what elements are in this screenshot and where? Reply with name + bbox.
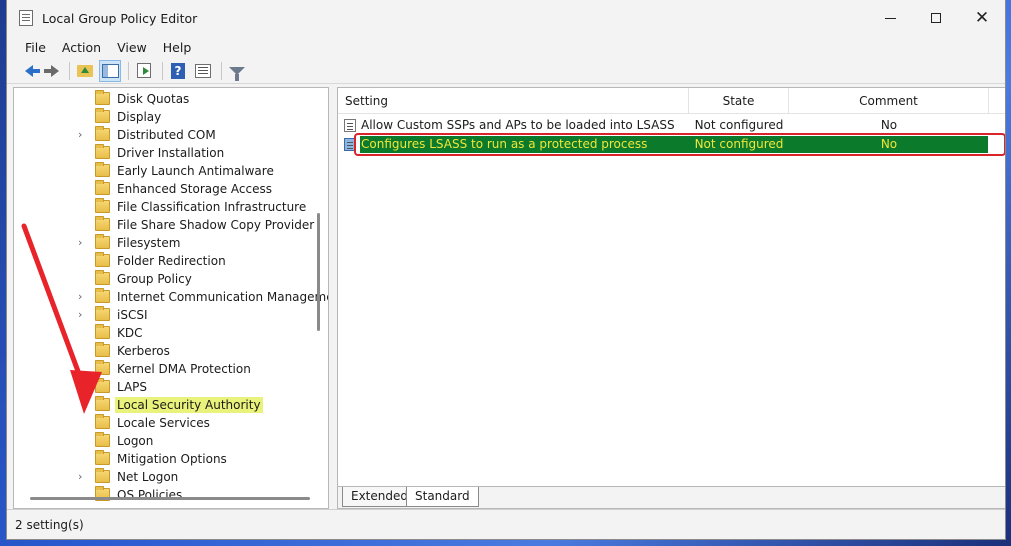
- tree-node-label: Enhanced Storage Access: [117, 182, 273, 196]
- help-icon: ?: [171, 62, 185, 79]
- folder-up-icon: [77, 64, 93, 77]
- tree-node[interactable]: › Net Logon: [14, 468, 316, 486]
- tree-node-label: Logon: [117, 434, 154, 448]
- tree-node-label: Net Logon: [117, 470, 179, 484]
- tree-node-label: Early Launch Antimalware: [117, 164, 274, 178]
- folder-icon: [95, 450, 110, 465]
- tree-node[interactable]: Mitigation Options: [14, 450, 316, 468]
- policy-setting-icon: [344, 119, 356, 132]
- close-button[interactable]: ✕: [959, 0, 1005, 36]
- tree-node-label: OS Policies: [117, 488, 183, 502]
- annotation-arrow-icon: [21, 223, 102, 414]
- filter-button[interactable]: [226, 60, 248, 82]
- policy-comment: No: [880, 118, 898, 132]
- folder-icon: [95, 180, 110, 195]
- tree-horizontal-scrollbar[interactable]: [30, 497, 310, 500]
- tree-node-label: File Share Shadow Copy Provider: [117, 218, 315, 232]
- toolbar-separator: [69, 61, 70, 80]
- title-bar: Local Group Policy Editor ✕: [7, 0, 1005, 36]
- toolbar-separator: [128, 61, 129, 80]
- expand-chevron-icon[interactable]: ›: [78, 471, 88, 483]
- menu-bar: File Action View Help: [7, 36, 1005, 58]
- properties-icon: [195, 63, 211, 78]
- back-button[interactable]: [15, 60, 40, 82]
- tab-standard[interactable]: Standard: [406, 487, 479, 507]
- tree-node-label: Mitigation Options: [117, 452, 227, 466]
- tree-node[interactable]: OS Policies: [14, 486, 316, 504]
- tree-node-label: File Classification Infrastructure: [117, 200, 307, 214]
- forward-arrow-icon: [44, 64, 59, 77]
- menu-file[interactable]: File: [17, 40, 54, 55]
- list-header: Setting State Comment: [338, 88, 1005, 114]
- gpedit-app-icon: [19, 10, 33, 26]
- annotation-highlight-box: [354, 133, 1005, 156]
- status-bar: 2 setting(s): [7, 509, 1005, 539]
- tree-node-label: Display: [117, 110, 162, 124]
- tree-node[interactable]: Logon: [14, 432, 316, 450]
- back-arrow-icon: [25, 64, 40, 77]
- column-header-comment[interactable]: Comment: [789, 88, 989, 113]
- tree-node[interactable]: File Classification Infrastructure: [14, 198, 316, 216]
- tree-node-label: Distributed COM: [117, 128, 216, 142]
- folder-icon: [95, 144, 110, 159]
- maximize-icon: [931, 13, 941, 23]
- column-header-setting[interactable]: Setting: [338, 88, 689, 113]
- toolbar: ?: [7, 58, 1005, 84]
- policy-setting-name: Allow Custom SSPs and APs to be loaded i…: [361, 118, 675, 132]
- tree-node[interactable]: Disk Quotas: [14, 90, 316, 108]
- content-area: Disk Quotas Display › Distributed COM Driver…: [13, 87, 1005, 509]
- folder-icon: [95, 162, 110, 177]
- tree-vertical-scrollbar[interactable]: [317, 213, 320, 331]
- menu-help[interactable]: Help: [155, 40, 200, 55]
- folder-icon: [95, 198, 110, 213]
- tree-node-label: Driver Installation: [117, 146, 225, 160]
- export-list-button[interactable]: [133, 60, 155, 82]
- view-tabs: Extended Standard: [338, 486, 1005, 508]
- folder-icon: [95, 414, 110, 429]
- help-button[interactable]: ?: [167, 60, 189, 82]
- toolbar-separator: [221, 61, 222, 80]
- folder-icon: [95, 108, 110, 123]
- up-one-level-button[interactable]: [74, 60, 96, 82]
- close-icon: ✕: [974, 7, 990, 28]
- settings-pane: Setting State Comment Allow Custom SSPs …: [337, 87, 1005, 509]
- minimize-icon: [884, 17, 896, 19]
- policy-row-selected[interactable]: Configures LSASS to run as a protected p…: [338, 133, 1005, 156]
- filter-icon: [229, 66, 245, 81]
- console-tree-icon: [101, 63, 119, 78]
- status-text: 2 setting(s): [15, 517, 84, 532]
- tree-node[interactable]: Early Launch Antimalware: [14, 162, 316, 180]
- column-header-state[interactable]: State: [689, 88, 789, 113]
- folder-icon: [95, 90, 110, 105]
- maximize-button[interactable]: [913, 0, 959, 36]
- tree-node[interactable]: Enhanced Storage Access: [14, 180, 316, 198]
- minimize-button[interactable]: [867, 0, 913, 36]
- tree-node[interactable]: Driver Installation: [14, 144, 316, 162]
- app-window: Local Group Policy Editor ✕ File Action …: [6, 0, 1006, 540]
- menu-view[interactable]: View: [109, 40, 155, 55]
- tree-node[interactable]: Display: [14, 108, 316, 126]
- folder-icon: [95, 468, 110, 483]
- expand-chevron-icon[interactable]: ›: [78, 129, 88, 141]
- folder-icon: [95, 432, 110, 447]
- properties-button[interactable]: [192, 60, 214, 82]
- toolbar-separator: [162, 61, 163, 80]
- export-list-icon: [137, 63, 151, 78]
- tree-node-label: Disk Quotas: [117, 92, 190, 106]
- tree-node-label: Internet Communication Manageme: [117, 290, 329, 304]
- show-hide-console-tree-button[interactable]: [99, 59, 121, 82]
- tree-node-label: Locale Services: [117, 416, 210, 430]
- folder-icon: [95, 126, 110, 141]
- policy-state: Not configured: [694, 118, 784, 132]
- tree-node[interactable]: › Distributed COM: [14, 126, 316, 144]
- forward-button[interactable]: [40, 60, 62, 82]
- menu-action[interactable]: Action: [54, 40, 109, 55]
- window-title: Local Group Policy Editor: [42, 10, 198, 26]
